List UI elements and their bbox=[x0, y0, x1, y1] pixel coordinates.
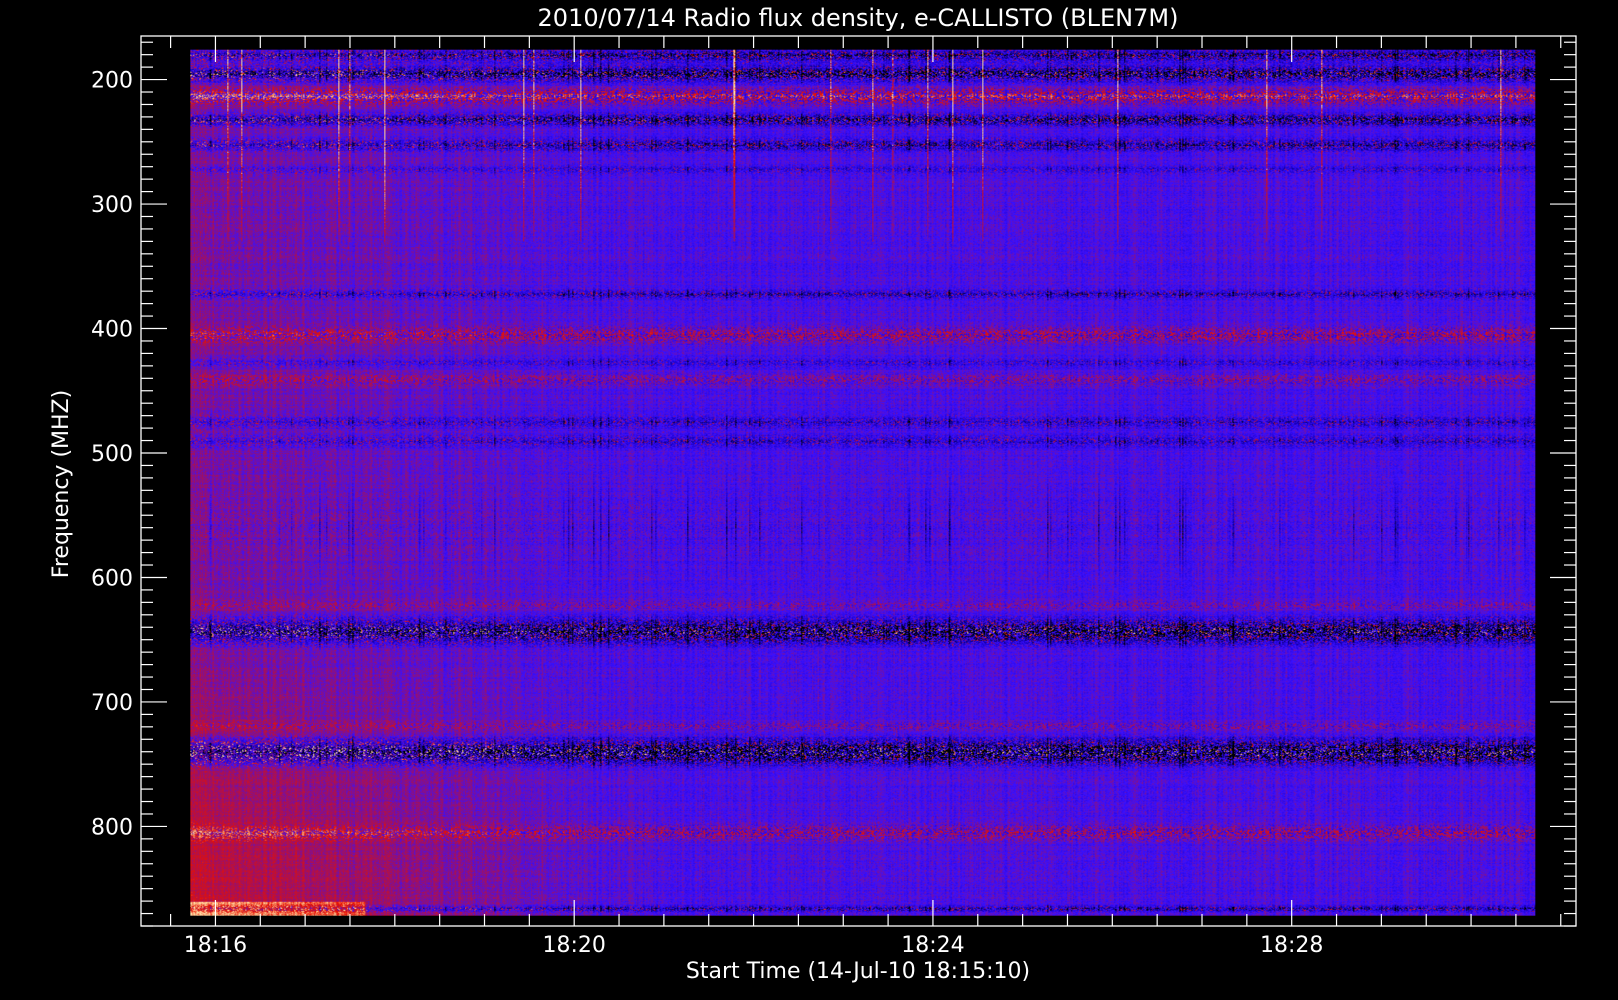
x-tick-label: 18:28 bbox=[1260, 933, 1323, 958]
y-tick-label: 300 bbox=[91, 193, 133, 218]
heatmap-image bbox=[190, 49, 1536, 916]
y-tick-label: 200 bbox=[91, 69, 133, 94]
spectrogram-chart: 2010/07/14 Radio flux density, e-CALLIST… bbox=[0, 0, 1618, 1000]
y-tick-label: 600 bbox=[91, 566, 133, 591]
y-tick-label: 800 bbox=[91, 815, 133, 840]
y-tick-label: 500 bbox=[91, 442, 133, 467]
x-axis-label: Start Time (14-Jul-10 18:15:10) bbox=[686, 959, 1030, 984]
y-tick-label: 700 bbox=[91, 691, 133, 716]
y-tick-label: 400 bbox=[91, 318, 133, 343]
spectrogram-pixels bbox=[190, 49, 1536, 916]
x-tick-label: 18:24 bbox=[901, 933, 964, 958]
x-tick-label: 18:16 bbox=[184, 933, 247, 958]
y-axis-label: Frequency (MHZ) bbox=[49, 390, 74, 578]
chart-title: 2010/07/14 Radio flux density, e-CALLIST… bbox=[538, 4, 1179, 32]
x-tick-label: 18:20 bbox=[542, 933, 605, 958]
